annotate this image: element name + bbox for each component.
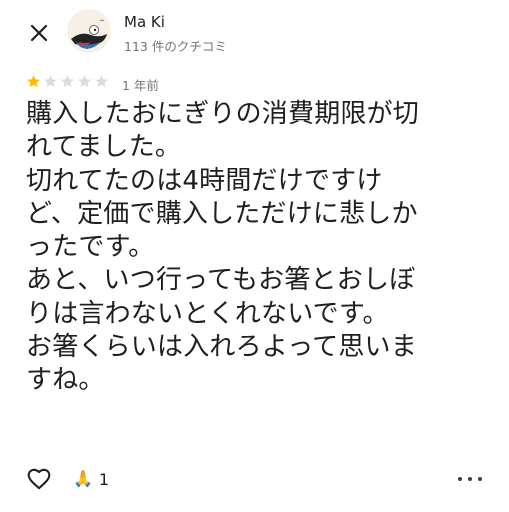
review-text: 購入したおにぎりの消費期限が切 れてました。 切れてたのは4時間だけですけ ど、定価で… xyxy=(26,98,500,398)
star-empty-icon xyxy=(44,75,57,88)
star-filled-icon xyxy=(27,75,40,88)
review-text-line: ど、定価で購入しただけに悲しか xyxy=(26,198,418,229)
review-text-line: れてました。 xyxy=(26,132,182,163)
star-empty-icon xyxy=(78,75,91,88)
review-text-line: すね。 xyxy=(26,365,105,396)
author-review-count: 113 件のクチコミ xyxy=(124,39,227,54)
more-horizontal-icon-dot xyxy=(478,477,482,481)
reaction-count: 1 xyxy=(98,469,110,489)
review-text-line: りは言わないとくれないです。 xyxy=(26,298,389,329)
close-button[interactable] xyxy=(26,20,52,46)
star-empty-icon xyxy=(61,75,74,88)
star-rating xyxy=(26,74,109,89)
like-button[interactable] xyxy=(26,466,52,492)
review-text-line: お箸くらいは入れろよって思いま xyxy=(26,332,417,363)
review-text-line: ったです。 xyxy=(26,232,155,263)
heart-outline-icon xyxy=(27,468,51,490)
more-horizontal-icon-dot xyxy=(468,477,472,481)
review-text-line: 購入したおにぎりの消費期限が切 xyxy=(26,99,420,129)
review-time: 1 年前 xyxy=(122,78,159,93)
avatar-illustration xyxy=(67,9,111,53)
more-options-button[interactable] xyxy=(458,471,482,487)
reaction-button[interactable]: 🙏 1 xyxy=(73,468,109,490)
star-empty-icon xyxy=(95,75,108,88)
review-text-line: 切れてたのは4時間だけですけ xyxy=(26,165,383,196)
more-horizontal-icon xyxy=(458,477,462,481)
close-icon xyxy=(30,24,48,42)
review-text-line: あと、いつ行ってもお箸とおしぼ xyxy=(26,265,416,296)
author-name[interactable]: Ma Ki xyxy=(124,13,165,31)
avatar[interactable] xyxy=(67,9,111,53)
pray-emoji-icon: 🙏 xyxy=(73,469,93,488)
